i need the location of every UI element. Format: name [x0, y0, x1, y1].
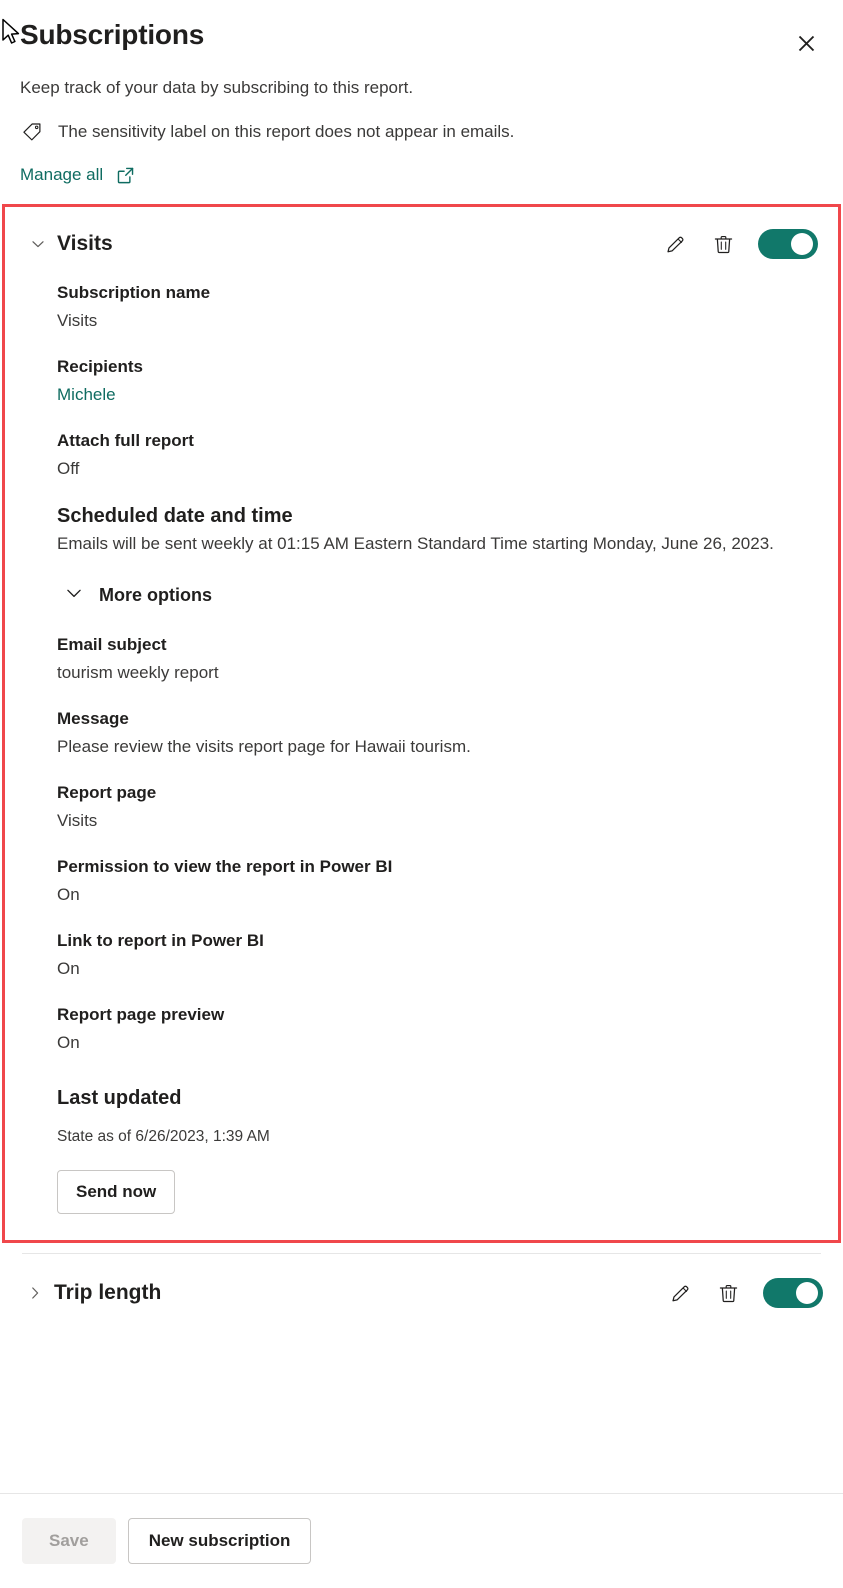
sensitivity-text: The sensitivity label on this report doe… [58, 122, 515, 141]
field-subscription-name: Subscription name Visits [57, 281, 818, 333]
manage-all-label: Manage all [20, 165, 104, 184]
trash-delete-icon[interactable] [710, 231, 736, 257]
field-value: On [57, 1033, 80, 1052]
field-value: On [57, 885, 80, 904]
subscription-enabled-toggle[interactable] [763, 1278, 823, 1308]
field-value: On [57, 959, 80, 978]
edit-pencil-icon[interactable] [667, 1280, 693, 1306]
field-label: Report page [57, 783, 157, 802]
subscription-header-row: Visits [5, 207, 838, 269]
last-updated-value: State as of 6/26/2023, 1:39 AM [57, 1128, 270, 1145]
intro-text: Keep track of your data by subscribing t… [20, 78, 414, 97]
field-email-subject: Email subject tourism weekly report [57, 633, 818, 685]
field-scheduled-date-and-time: Scheduled date and time Emails will be s… [57, 503, 818, 557]
subscription-row-actions [662, 229, 818, 259]
subscription-details: Subscription name Visits Recipients Mich… [5, 269, 838, 1240]
panel-footer: Save New subscription [0, 1493, 843, 1588]
page-title: Subscriptions [20, 19, 205, 50]
field-label: Recipients [57, 357, 143, 376]
field-message: Message Please review the visits report … [57, 707, 818, 759]
schedule-value: Emails will be sent weekly at 01:15 AM E… [57, 534, 774, 553]
chevron-down-icon[interactable] [27, 233, 49, 255]
close-glyph [798, 35, 814, 51]
more-options-label: More options [99, 585, 212, 605]
tag-icon [20, 120, 44, 144]
field-value: Visits [57, 311, 98, 330]
toggle-knob [791, 233, 813, 255]
send-now-button[interactable]: Send now [57, 1170, 176, 1214]
save-button[interactable]: Save [22, 1518, 116, 1564]
field-label: Message [57, 709, 129, 728]
subscription-row-actions [667, 1278, 823, 1308]
subscription-list: Visits Subscription name Visits Recipien… [0, 204, 843, 1588]
field-label: Report page preview [57, 1005, 225, 1024]
manage-all-link[interactable]: Manage all [20, 164, 135, 186]
chevron-right-icon[interactable] [24, 1282, 46, 1304]
field-value: tourism weekly report [57, 663, 219, 682]
field-report-page: Report page Visits [57, 781, 818, 833]
sensitivity-notice: The sensitivity label on this report doe… [20, 120, 823, 144]
field-report-page-preview: Report page preview On [57, 1003, 818, 1055]
field-label: Link to report in Power BI [57, 931, 264, 950]
field-label: Attach full report [57, 431, 194, 450]
close-icon[interactable] [791, 28, 821, 58]
field-link-to-report: Link to report in Power BI On [57, 929, 818, 981]
field-label: Subscription name [57, 283, 211, 302]
subscription-name: Visits [57, 232, 113, 255]
recipient-chip[interactable]: Michele [57, 383, 818, 407]
subscription-enabled-toggle[interactable] [758, 229, 818, 259]
new-subscription-button[interactable]: New subscription [127, 1518, 312, 1564]
last-updated-heading: Last updated [57, 1087, 182, 1109]
field-label: Email subject [57, 635, 167, 654]
field-value: Visits [57, 811, 98, 830]
field-attach-full-report: Attach full report Off [57, 429, 818, 481]
edit-pencil-icon[interactable] [662, 231, 688, 257]
more-options-toggle[interactable]: More options [65, 583, 212, 607]
subscription-card-trip-length: Trip length [0, 1254, 843, 1330]
panel-header: Subscriptions Keep track of your data by… [0, 0, 843, 186]
external-link-icon [115, 165, 135, 185]
schedule-heading: Scheduled date and time [57, 505, 293, 527]
toggle-knob [796, 1282, 818, 1304]
field-permission-to-view: Permission to view the report in Power B… [57, 855, 818, 907]
subscriptions-panel: Subscriptions Keep track of your data by… [0, 0, 843, 1588]
trash-delete-icon[interactable] [715, 1280, 741, 1306]
field-value: Off [57, 459, 80, 478]
chevron-down-icon [65, 584, 83, 607]
field-recipients: Recipients Michele [57, 355, 818, 407]
send-now-container: Send now [57, 1170, 818, 1214]
subscription-name: Trip length [54, 1281, 162, 1304]
field-last-updated: Last updated State as of 6/26/2023, 1:39… [57, 1085, 818, 1214]
subscription-card-visits: Visits Subscription name Visits Recipien… [2, 204, 841, 1243]
field-value: Please review the visits report page for… [57, 737, 471, 756]
field-label: Permission to view the report in Power B… [57, 857, 393, 876]
